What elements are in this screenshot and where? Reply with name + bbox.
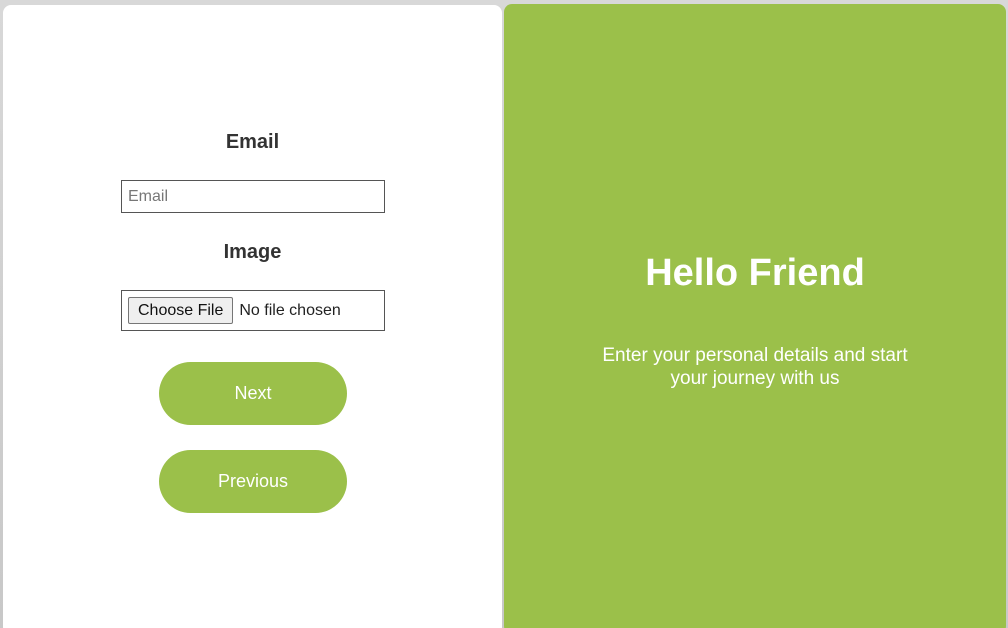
- choose-file-button[interactable]: Choose File: [128, 297, 234, 324]
- welcome-text: Enter your personal details and start yo…: [602, 345, 908, 389]
- file-status-text: No file chosen: [239, 301, 341, 319]
- welcome-panel: Hello Friend Enter your personal details…: [504, 4, 1006, 628]
- form-panel: Email Image Choose File No file chosen N…: [3, 5, 502, 628]
- email-label: Email: [225, 131, 280, 153]
- image-label: Image: [223, 241, 282, 263]
- welcome-title: Hello Friend: [645, 252, 865, 294]
- previous-button[interactable]: Previous: [159, 450, 347, 513]
- page: Email Image Choose File No file chosen N…: [0, 0, 1008, 628]
- next-button[interactable]: Next: [159, 362, 347, 425]
- image-file-input[interactable]: Choose File No file chosen: [121, 290, 385, 331]
- email-input[interactable]: [121, 180, 385, 213]
